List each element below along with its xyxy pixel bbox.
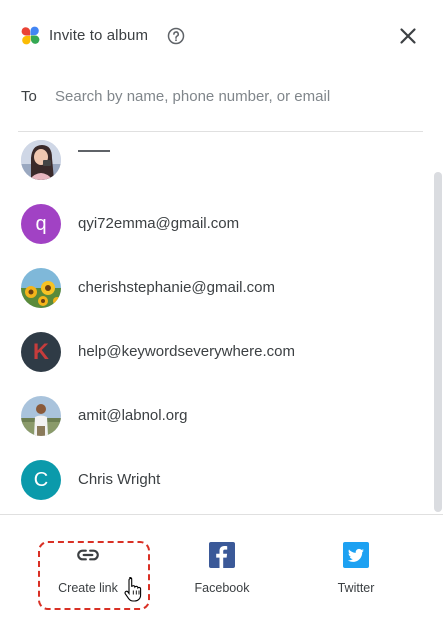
to-label: To — [21, 88, 37, 105]
avatar-letter: q — [21, 204, 61, 244]
avatar-letter: K — [21, 332, 61, 372]
contact-list: q qyi72emma@gmail.com cherishstephanie@g… — [0, 132, 443, 514]
avatar-initial: q — [35, 212, 47, 235]
scrollbar-thumb[interactable] — [434, 172, 442, 512]
hand-pointer-cursor-icon — [124, 576, 142, 602]
avatar-letter: C — [21, 460, 61, 500]
close-icon[interactable] — [396, 24, 420, 48]
twitter-icon — [343, 542, 369, 568]
contact-item[interactable]: amit@labnol.org — [0, 384, 430, 448]
contact-item[interactable]: C Chris Wright — [0, 448, 430, 512]
dialog-header: Invite to album — [0, 0, 443, 72]
avatar-photo — [21, 396, 61, 436]
scrollbar[interactable] — [431, 132, 443, 514]
dialog-title: Invite to album — [49, 27, 149, 44]
avatar-photo — [21, 140, 61, 180]
contact-item[interactable]: cherishstephanie@gmail.com — [0, 256, 430, 320]
profile-photo-man-icon — [21, 396, 61, 436]
contact-name: Chris Wright — [78, 471, 161, 488]
to-row: To — [0, 72, 443, 130]
contact-name-redacted — [78, 150, 110, 152]
contact-email: help@keywordseverywhere.com — [78, 343, 295, 360]
facebook-icon — [209, 542, 235, 568]
facebook-label: Facebook — [194, 581, 250, 595]
contact-email: cherishstephanie@gmail.com — [78, 279, 275, 296]
avatar-photo — [21, 268, 61, 308]
avatar-initial: K — [33, 339, 49, 364]
contact-item[interactable]: K help@keywordseverywhere.com — [0, 320, 430, 384]
profile-photo-woman-icon — [21, 140, 61, 180]
contact-item[interactable]: q qyi72emma@gmail.com — [0, 192, 430, 256]
twitter-label: Twitter — [337, 581, 375, 595]
contact-email: amit@labnol.org — [78, 407, 188, 424]
contact-email: qyi72emma@gmail.com — [78, 215, 240, 232]
contact-item[interactable] — [0, 132, 430, 192]
invite-to-album-dialog: Invite to album To Search by name, phone… — [0, 0, 443, 618]
facebook-share-button[interactable]: Facebook — [162, 515, 282, 618]
google-photos-logo-icon — [21, 26, 40, 45]
twitter-share-button[interactable]: Twitter — [296, 515, 416, 618]
profile-photo-flowers-icon — [21, 268, 61, 308]
avatar-initial: C — [33, 468, 49, 491]
search-input[interactable] — [53, 82, 417, 110]
help-circle-icon[interactable] — [167, 27, 185, 45]
